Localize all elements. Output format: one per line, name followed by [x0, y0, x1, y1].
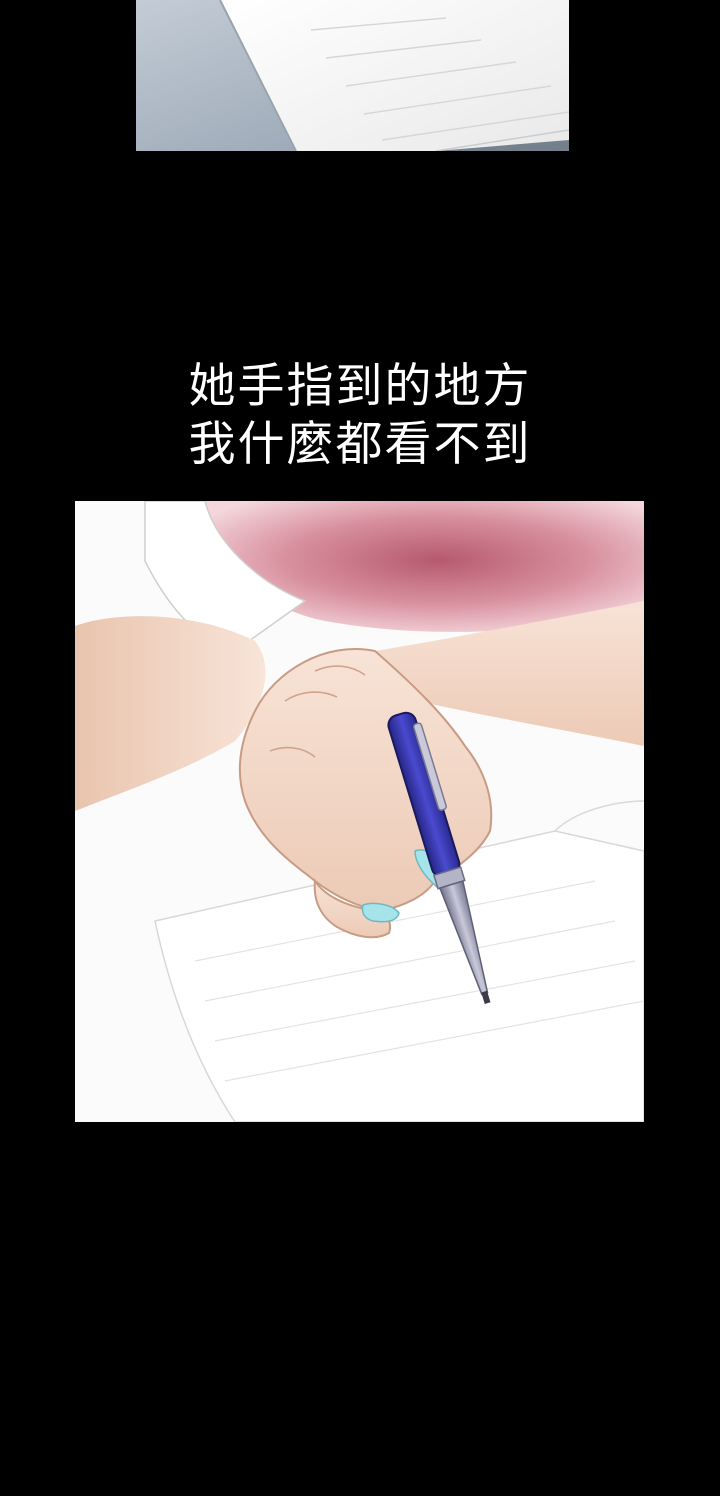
narration-line-2: 我什麼都看不到	[188, 417, 532, 472]
comic-panel-notebook-top	[136, 0, 569, 151]
narration-caption: 她手指到的地方 我什麼都看不到	[0, 358, 720, 474]
comic-panel-hand-with-pen	[75, 501, 644, 1122]
hand-pen-artwork	[75, 501, 644, 1122]
notebook-artwork	[136, 0, 569, 151]
narration-line-1: 她手指到的地方	[188, 359, 532, 414]
